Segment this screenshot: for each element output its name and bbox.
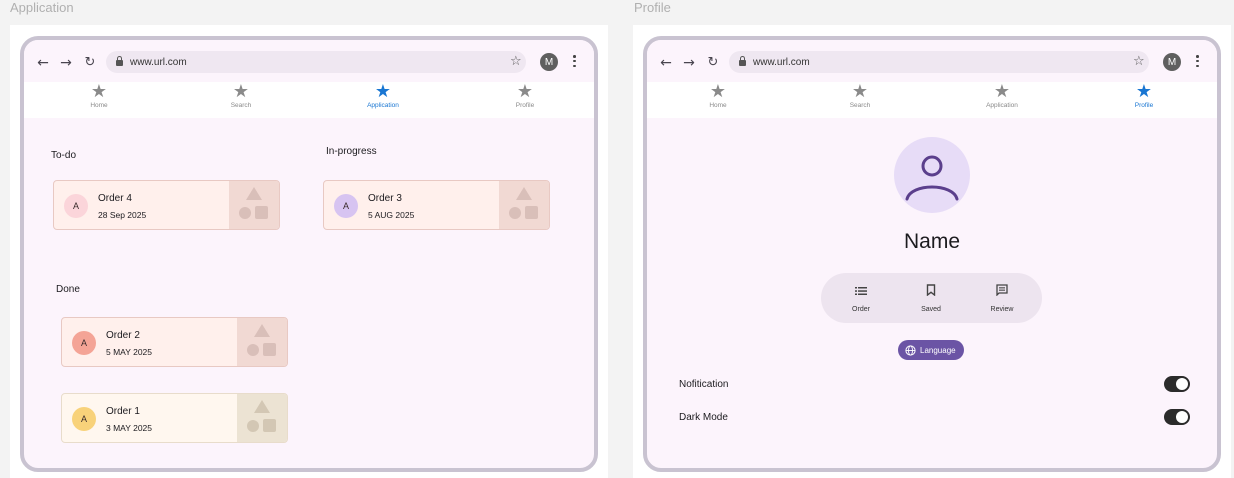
shapes-placeholder-icon [229, 181, 279, 229]
order-card[interactable]: A Order 2 5 MAY 2025 [61, 317, 288, 367]
bookmark-icon [926, 284, 936, 297]
order-date: 5 AUG 2025 [368, 210, 415, 220]
address-bar[interactable]: www.url.com [106, 51, 526, 73]
star-icon: ★ [90, 81, 108, 102]
tab-label: Search [230, 102, 252, 109]
arrow-right-icon[interactable]: → [678, 55, 700, 71]
section-title-in-progress: In-progress [326, 146, 377, 157]
dark-mode-label: Dark Mode [679, 412, 728, 423]
list-icon [855, 287, 867, 295]
order-date: 3 MAY 2025 [106, 423, 152, 433]
tab-label: Profile [1134, 102, 1154, 109]
tab-home[interactable]: ★ Home [59, 82, 139, 118]
globe-icon [905, 344, 916, 356]
profile-actions: Order Saved Review [821, 273, 1042, 323]
browser-toolbar: ← → ↻ www.url.com ☆ M [24, 40, 594, 84]
order-card[interactable]: A Order 3 5 AUG 2025 [323, 180, 550, 230]
profile-device: ← → ↻ www.url.com ☆ M ★ Home ★ Search ★ … [643, 36, 1221, 472]
order-date: 28 Sep 2025 [98, 210, 147, 220]
order-title: Order 2 [106, 330, 140, 341]
order-title: Order 1 [106, 406, 140, 417]
order-title: Order 3 [368, 193, 402, 204]
action-label: Review [990, 306, 1014, 313]
tab-application[interactable]: ★ Application [343, 82, 423, 118]
star-icon: ★ [993, 81, 1011, 102]
star-icon: ★ [516, 81, 534, 102]
reload-icon[interactable]: ↻ [79, 55, 101, 70]
notification-label: Nofitication [679, 379, 729, 390]
dark-mode-toggle[interactable] [1164, 409, 1190, 425]
tab-label: Home [90, 102, 108, 109]
action-label: Order [852, 306, 870, 313]
language-chip[interactable]: Language [898, 340, 964, 360]
tab-label: Profile [515, 102, 535, 109]
saved-button[interactable]: Saved [906, 283, 956, 313]
order-card[interactable]: A Order 4 28 Sep 2025 [53, 180, 280, 230]
address-bar[interactable]: www.url.com [729, 51, 1149, 73]
tab-profile[interactable]: ★ Profile [1104, 82, 1184, 118]
shapes-placeholder-icon [237, 394, 287, 442]
tab-search[interactable]: ★ Search [820, 82, 900, 118]
browser-toolbar: ← → ↻ www.url.com ☆ M [647, 40, 1217, 84]
lock-icon [116, 56, 123, 66]
avatar: A [334, 194, 358, 218]
shapes-placeholder-icon [499, 181, 549, 229]
section-title-todo: To-do [51, 150, 77, 161]
person-icon [905, 155, 959, 201]
tab-label: Search [849, 102, 871, 109]
tab-label: Home [709, 102, 727, 109]
review-button[interactable]: Review [977, 283, 1027, 313]
action-label: Saved [921, 306, 941, 313]
order-button[interactable]: Order [836, 283, 886, 313]
kebab-menu-icon[interactable] [1196, 55, 1199, 67]
star-icon: ★ [374, 81, 392, 102]
avatar: A [64, 194, 88, 218]
section-title-done: Done [56, 284, 80, 295]
chip-label: Language [920, 345, 956, 355]
star-outline-icon[interactable]: ☆ [510, 54, 522, 69]
url-text: www.url.com [130, 56, 187, 68]
order-card[interactable]: A Order 1 3 MAY 2025 [61, 393, 288, 443]
tab-home[interactable]: ★ Home [678, 82, 758, 118]
arrow-left-icon[interactable]: ← [32, 55, 54, 71]
avatar: A [72, 407, 96, 431]
frame-label-profile: Profile [634, 0, 671, 15]
notification-toggle[interactable] [1164, 376, 1190, 392]
bottom-tab-bar: ★ Home ★ Search ★ Application ★ Profile [647, 82, 1217, 118]
star-icon: ★ [1135, 81, 1153, 102]
tab-application[interactable]: ★ Application [962, 82, 1042, 118]
profile-avatar[interactable] [894, 137, 970, 213]
order-title: Order 4 [98, 193, 132, 204]
tab-label: Application [367, 102, 399, 109]
star-icon: ★ [709, 81, 727, 102]
tab-label: Application [986, 102, 1018, 109]
order-date: 5 MAY 2025 [106, 347, 152, 357]
reload-icon[interactable]: ↻ [702, 55, 724, 70]
tab-profile[interactable]: ★ Profile [485, 82, 565, 118]
avatar: A [72, 331, 96, 355]
arrow-left-icon[interactable]: ← [655, 55, 677, 71]
comment-icon [996, 284, 1008, 297]
star-icon: ★ [851, 81, 869, 102]
frame-label-application: Application [10, 0, 74, 15]
kebab-menu-icon[interactable] [573, 55, 576, 67]
star-icon: ★ [232, 81, 250, 102]
profile-name: Name [903, 230, 961, 253]
star-outline-icon[interactable]: ☆ [1133, 54, 1145, 69]
shapes-placeholder-icon [237, 318, 287, 366]
account-avatar[interactable]: M [1163, 53, 1181, 71]
arrow-right-icon[interactable]: → [55, 55, 77, 71]
tab-search[interactable]: ★ Search [201, 82, 281, 118]
account-avatar[interactable]: M [540, 53, 558, 71]
bottom-tab-bar: ★ Home ★ Search ★ Application ★ Profile [24, 82, 594, 118]
url-text: www.url.com [753, 56, 810, 68]
lock-icon [739, 56, 746, 66]
application-device: ← → ↻ www.url.com ☆ M ★ Home ★ Search ★ … [20, 36, 598, 472]
